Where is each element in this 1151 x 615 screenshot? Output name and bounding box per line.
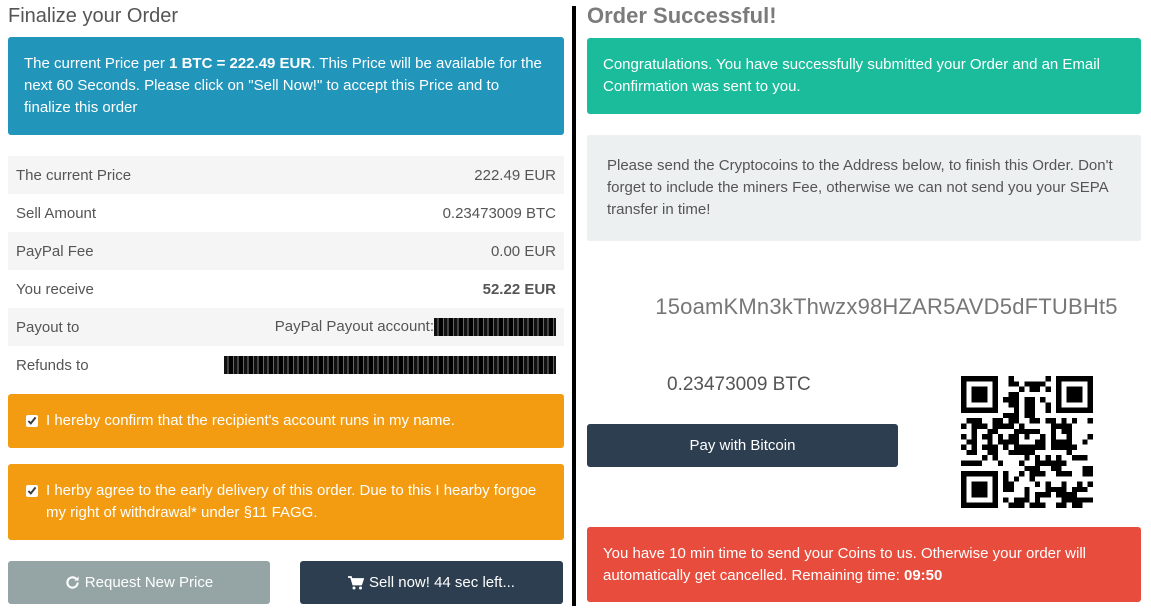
early-delivery-checkbox-row[interactable]: I herby agree to the early delivery of t… xyxy=(8,464,564,540)
payout-value: PayPal Payout account: xyxy=(160,308,564,346)
bitcoin-address[interactable]: 15oamKMn3kThwzx98HZAR5AVD5dFTUBHt5 xyxy=(587,294,1141,320)
row-label: Refunds to xyxy=(16,356,89,374)
success-alert: Congratulations. You have successfully s… xyxy=(587,38,1141,114)
receive-value: 52.22 EUR xyxy=(482,280,556,298)
confirm-account-checkbox-row[interactable]: I hereby confirm that the recipient's ac… xyxy=(8,394,564,448)
row-value: 0.00 EUR xyxy=(160,232,564,270)
success-title: Order Successful! xyxy=(587,3,777,28)
qr-code xyxy=(961,376,1093,508)
price-highlight: 1 BTC = 222.49 EUR xyxy=(169,55,312,72)
refresh-icon xyxy=(65,575,80,590)
sell-now-button[interactable]: Sell now! 44 sec left... xyxy=(300,561,563,604)
refund-value xyxy=(160,346,564,384)
remaining-time: 09:50 xyxy=(903,567,943,584)
table-row: Sell Amount 0.23473009 BTC xyxy=(8,194,564,232)
table-row: PayPal Fee 0.00 EUR xyxy=(8,232,564,270)
row-label: The current Price xyxy=(8,156,161,194)
pay-with-bitcoin-button[interactable]: Pay with Bitcoin xyxy=(587,424,898,467)
panel-divider xyxy=(572,6,576,606)
table-row: Refunds to xyxy=(8,346,564,384)
redacted-refund-address xyxy=(224,356,556,375)
row-value: 0.23473009 BTC xyxy=(442,204,556,222)
instructions-well: Please send the Cryptocoins to the Addre… xyxy=(587,135,1141,241)
table-row: The current Price 222.49 EUR xyxy=(8,156,564,194)
page-title: Finalize your Order xyxy=(8,5,179,27)
timer-warning-alert: You have 10 min time to send your Coins … xyxy=(587,527,1141,602)
order-success-panel: Order Successful! Congratulations. You h… xyxy=(587,0,1141,615)
redacted-payout-account xyxy=(434,318,556,337)
btc-amount: 0.23473009 BTC xyxy=(667,374,811,395)
early-delivery-checkbox[interactable] xyxy=(26,485,38,497)
table-row: You receive 52.22 EUR xyxy=(8,270,564,308)
row-label: PayPal Fee xyxy=(8,232,161,270)
row-label: You receive xyxy=(16,280,94,298)
request-new-price-button[interactable]: Request New Price xyxy=(8,561,270,604)
confirm-account-checkbox[interactable] xyxy=(26,415,38,427)
price-info-alert: The current Price per 1 BTC = 222.49 EUR… xyxy=(8,37,564,135)
row-label: Payout to xyxy=(8,308,161,346)
finalize-order-panel: Finalize your Order The current Price pe… xyxy=(8,0,564,615)
order-summary-table: The current Price 222.49 EUR Sell Amount… xyxy=(8,156,564,384)
row-label: Sell Amount xyxy=(16,204,97,222)
row-value: 222.49 EUR xyxy=(160,156,564,194)
table-row: Payout to PayPal Payout account: xyxy=(8,308,564,346)
cart-icon xyxy=(348,575,365,590)
